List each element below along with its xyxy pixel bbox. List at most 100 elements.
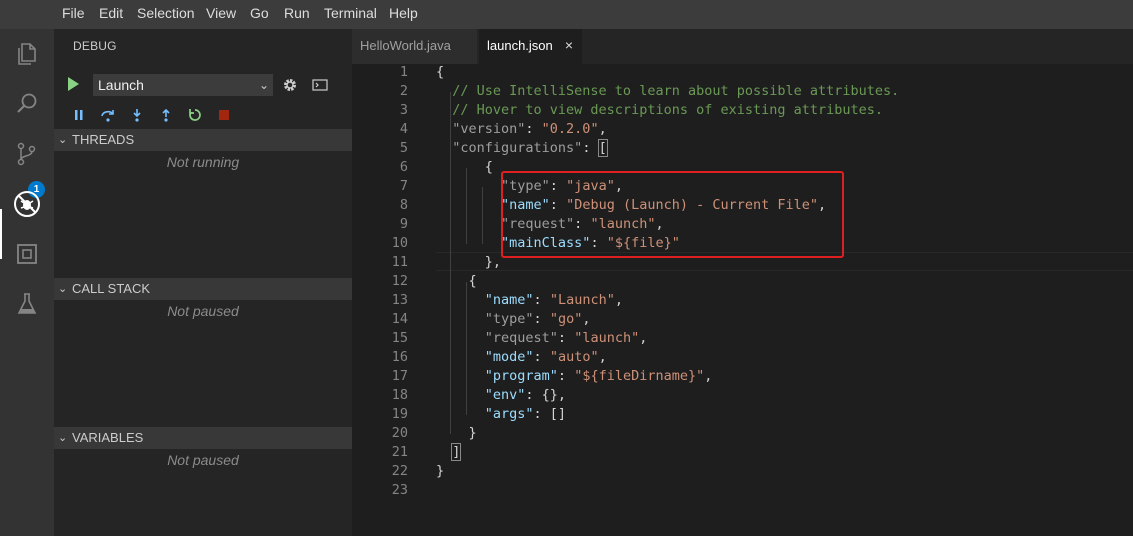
menu-selection[interactable]: Selection [137, 0, 195, 29]
line-code: "args": [] [436, 405, 566, 424]
chevron-down-icon: ⌄ [58, 134, 68, 146]
line-number: 4 [399, 121, 408, 137]
pause-icon[interactable] [68, 105, 90, 125]
code-token: ] [451, 443, 462, 461]
line-code: }, [436, 253, 501, 272]
line-number: 19 [391, 406, 408, 422]
launch-toolbar: Launch ⌄ [54, 73, 352, 97]
line-code: { [436, 63, 444, 82]
code-line: 19 "args": [] [352, 405, 1133, 424]
menu-go[interactable]: Go [250, 0, 269, 29]
code-token: , [582, 311, 591, 327]
code-line: 2 // Use IntelliSense to learn about pos… [352, 82, 1133, 101]
code-token: , [614, 292, 623, 308]
code-token: : [] [533, 406, 567, 422]
tab-helloworld-java[interactable]: HelloWorld.java [352, 29, 477, 64]
launch-config-select[interactable]: Launch ⌄ [93, 74, 273, 96]
line-number: 10 [391, 235, 408, 251]
files-icon[interactable] [0, 29, 54, 79]
restart-icon[interactable] [184, 105, 206, 125]
line-number: 14 [391, 311, 408, 327]
code-editor[interactable]: 1{2 // Use IntelliSense to learn about p… [352, 64, 1133, 536]
tab-label: HelloWorld.java [360, 38, 451, 53]
code-token: : [533, 311, 550, 327]
code-token: "mode" [436, 349, 534, 365]
debug-icon[interactable] [0, 179, 54, 229]
menu-help[interactable]: Help [389, 0, 418, 29]
source-control-icon[interactable] [0, 129, 54, 179]
code-token: : [533, 292, 550, 308]
code-line: 12 { [352, 272, 1133, 291]
chevron-down-icon: ⌄ [58, 283, 68, 295]
tab-launch-json[interactable]: launch.json × [479, 29, 582, 64]
line-number: 17 [391, 368, 408, 384]
code-line: 20 } [352, 424, 1133, 443]
close-icon[interactable]: × [565, 29, 573, 62]
line-code: "type": "go", [436, 310, 591, 329]
line-number: 16 [391, 349, 408, 365]
line-number: 15 [391, 330, 408, 346]
call-stack-status: Not paused [167, 303, 239, 319]
line-code: "mode": "auto", [436, 348, 607, 367]
chevron-down-icon: ⌄ [58, 432, 68, 444]
menu-view[interactable]: View [206, 0, 236, 29]
call-stack-section-header[interactable]: ⌄ CALL STACK [54, 278, 352, 300]
line-code: ] [436, 443, 462, 462]
line-code: "request": "launch", [436, 329, 648, 348]
line-number: 13 [391, 292, 408, 308]
menu-run[interactable]: Run [284, 0, 310, 29]
test-icon[interactable] [0, 279, 54, 329]
line-number: 2 [399, 83, 408, 99]
search-icon[interactable] [0, 79, 54, 129]
line-number: 23 [391, 482, 408, 498]
code-token: "Launch" [549, 292, 615, 308]
code-token: "args" [436, 406, 534, 422]
code-token: "name" [436, 292, 534, 308]
start-debugging-icon[interactable] [68, 77, 79, 91]
code-token: { [436, 273, 477, 289]
code-token: { [436, 64, 445, 80]
step-over-icon[interactable] [97, 105, 119, 125]
editor-tabs: HelloWorld.java launch.json × [352, 29, 1133, 64]
code-token: // Use IntelliSense to learn about possi… [436, 83, 900, 99]
code-line: 4 "version": "0.2.0", [352, 120, 1133, 139]
gear-icon[interactable] [280, 73, 300, 97]
menu-terminal[interactable]: Terminal [324, 0, 377, 29]
line-code: "configurations": [ [436, 139, 608, 158]
step-into-icon[interactable] [126, 105, 148, 125]
code-line: 16 "mode": "auto", [352, 348, 1133, 367]
debug-actions [68, 105, 268, 125]
threads-section-header[interactable]: ⌄ THREADS [54, 129, 352, 151]
code-token: : [525, 121, 542, 137]
code-token: "go" [549, 311, 583, 327]
code-line: 17 "program": "${fileDirname}", [352, 367, 1133, 386]
sidebar-title: DEBUG [73, 39, 117, 53]
debug-console-icon[interactable] [310, 73, 330, 97]
code-token: "auto" [549, 349, 599, 365]
menu-file[interactable]: File [62, 0, 85, 29]
line-code: "name": "Launch", [436, 291, 623, 310]
threads-title: THREADS [72, 132, 135, 147]
line-code: "version": "0.2.0", [436, 120, 607, 139]
activity-bar: 1 [0, 29, 54, 536]
code-token: "${fileDirname}" [574, 368, 705, 384]
launch-config-value: Launch [98, 77, 144, 93]
menu-edit[interactable]: Edit [99, 0, 123, 29]
line-number: 11 [391, 254, 408, 270]
code-line: 1{ [352, 63, 1133, 82]
line-code: } [436, 462, 444, 481]
step-out-icon[interactable] [155, 105, 177, 125]
code-token: , [598, 121, 607, 137]
code-token: "request" [436, 330, 558, 346]
line-number: 12 [391, 273, 408, 289]
extensions-icon[interactable] [0, 229, 54, 279]
code-token: } [436, 425, 477, 441]
code-token: : [557, 330, 575, 346]
variables-title: VARIABLES [72, 430, 144, 445]
stop-icon[interactable] [213, 105, 235, 125]
code-line: 18 "env": {}, [352, 386, 1133, 405]
line-number: 21 [391, 444, 408, 460]
highlight-annotation-box [501, 171, 844, 258]
code-token: "0.2.0" [541, 121, 599, 137]
variables-section-header[interactable]: ⌄ VARIABLES [54, 427, 352, 449]
